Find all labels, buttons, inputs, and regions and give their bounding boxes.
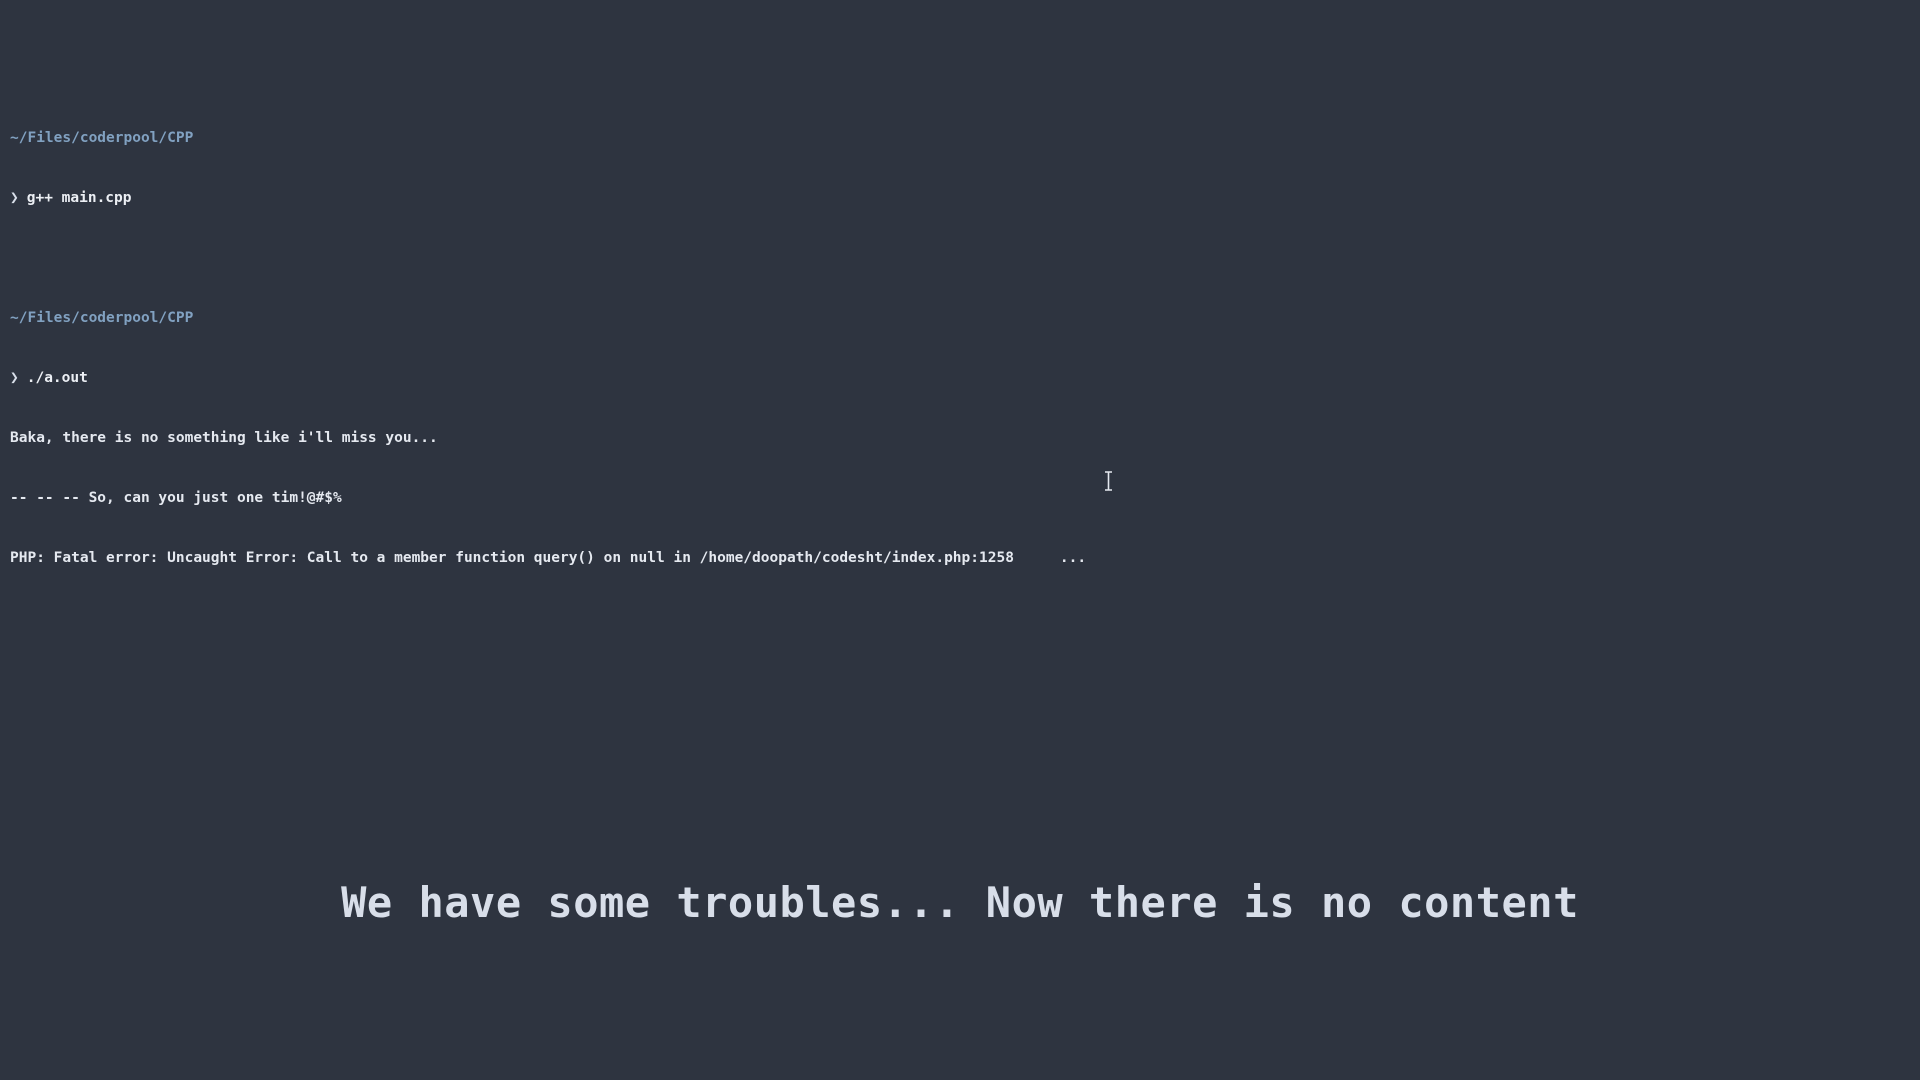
prompt-path: ~/Files/coderpool/CPP	[10, 130, 194, 146]
output-line: -- -- -- So, can you just one tim!@#$%	[10, 490, 342, 506]
truncation-ellipsis: ...	[1059, 550, 1087, 566]
command-line: ❯ g++ main.cpp	[10, 188, 1910, 208]
command-text: ./a.out	[26, 370, 88, 386]
prompt-symbol: ❯	[10, 370, 19, 386]
prompt-symbol: ❯	[10, 190, 19, 206]
command-line: ❯ ./a.out	[10, 368, 1910, 388]
error-line: PHP: Fatal error: Uncaught Error: Call t…	[10, 548, 1910, 568]
text-cursor-icon	[1104, 471, 1113, 491]
no-content-message: We have some troubles... Now there is no…	[341, 878, 1579, 927]
error-text: PHP: Fatal error: Uncaught Error: Call t…	[10, 550, 1014, 566]
terminal-output[interactable]: ~/Files/coderpool/CPP ❯ g++ main.cpp ~/Fi…	[10, 28, 1910, 588]
output-line: Baka, there is no something like i'll mi…	[10, 430, 438, 446]
prompt-path: ~/Files/coderpool/CPP	[10, 310, 194, 326]
command-text: g++ main.cpp	[26, 190, 132, 206]
